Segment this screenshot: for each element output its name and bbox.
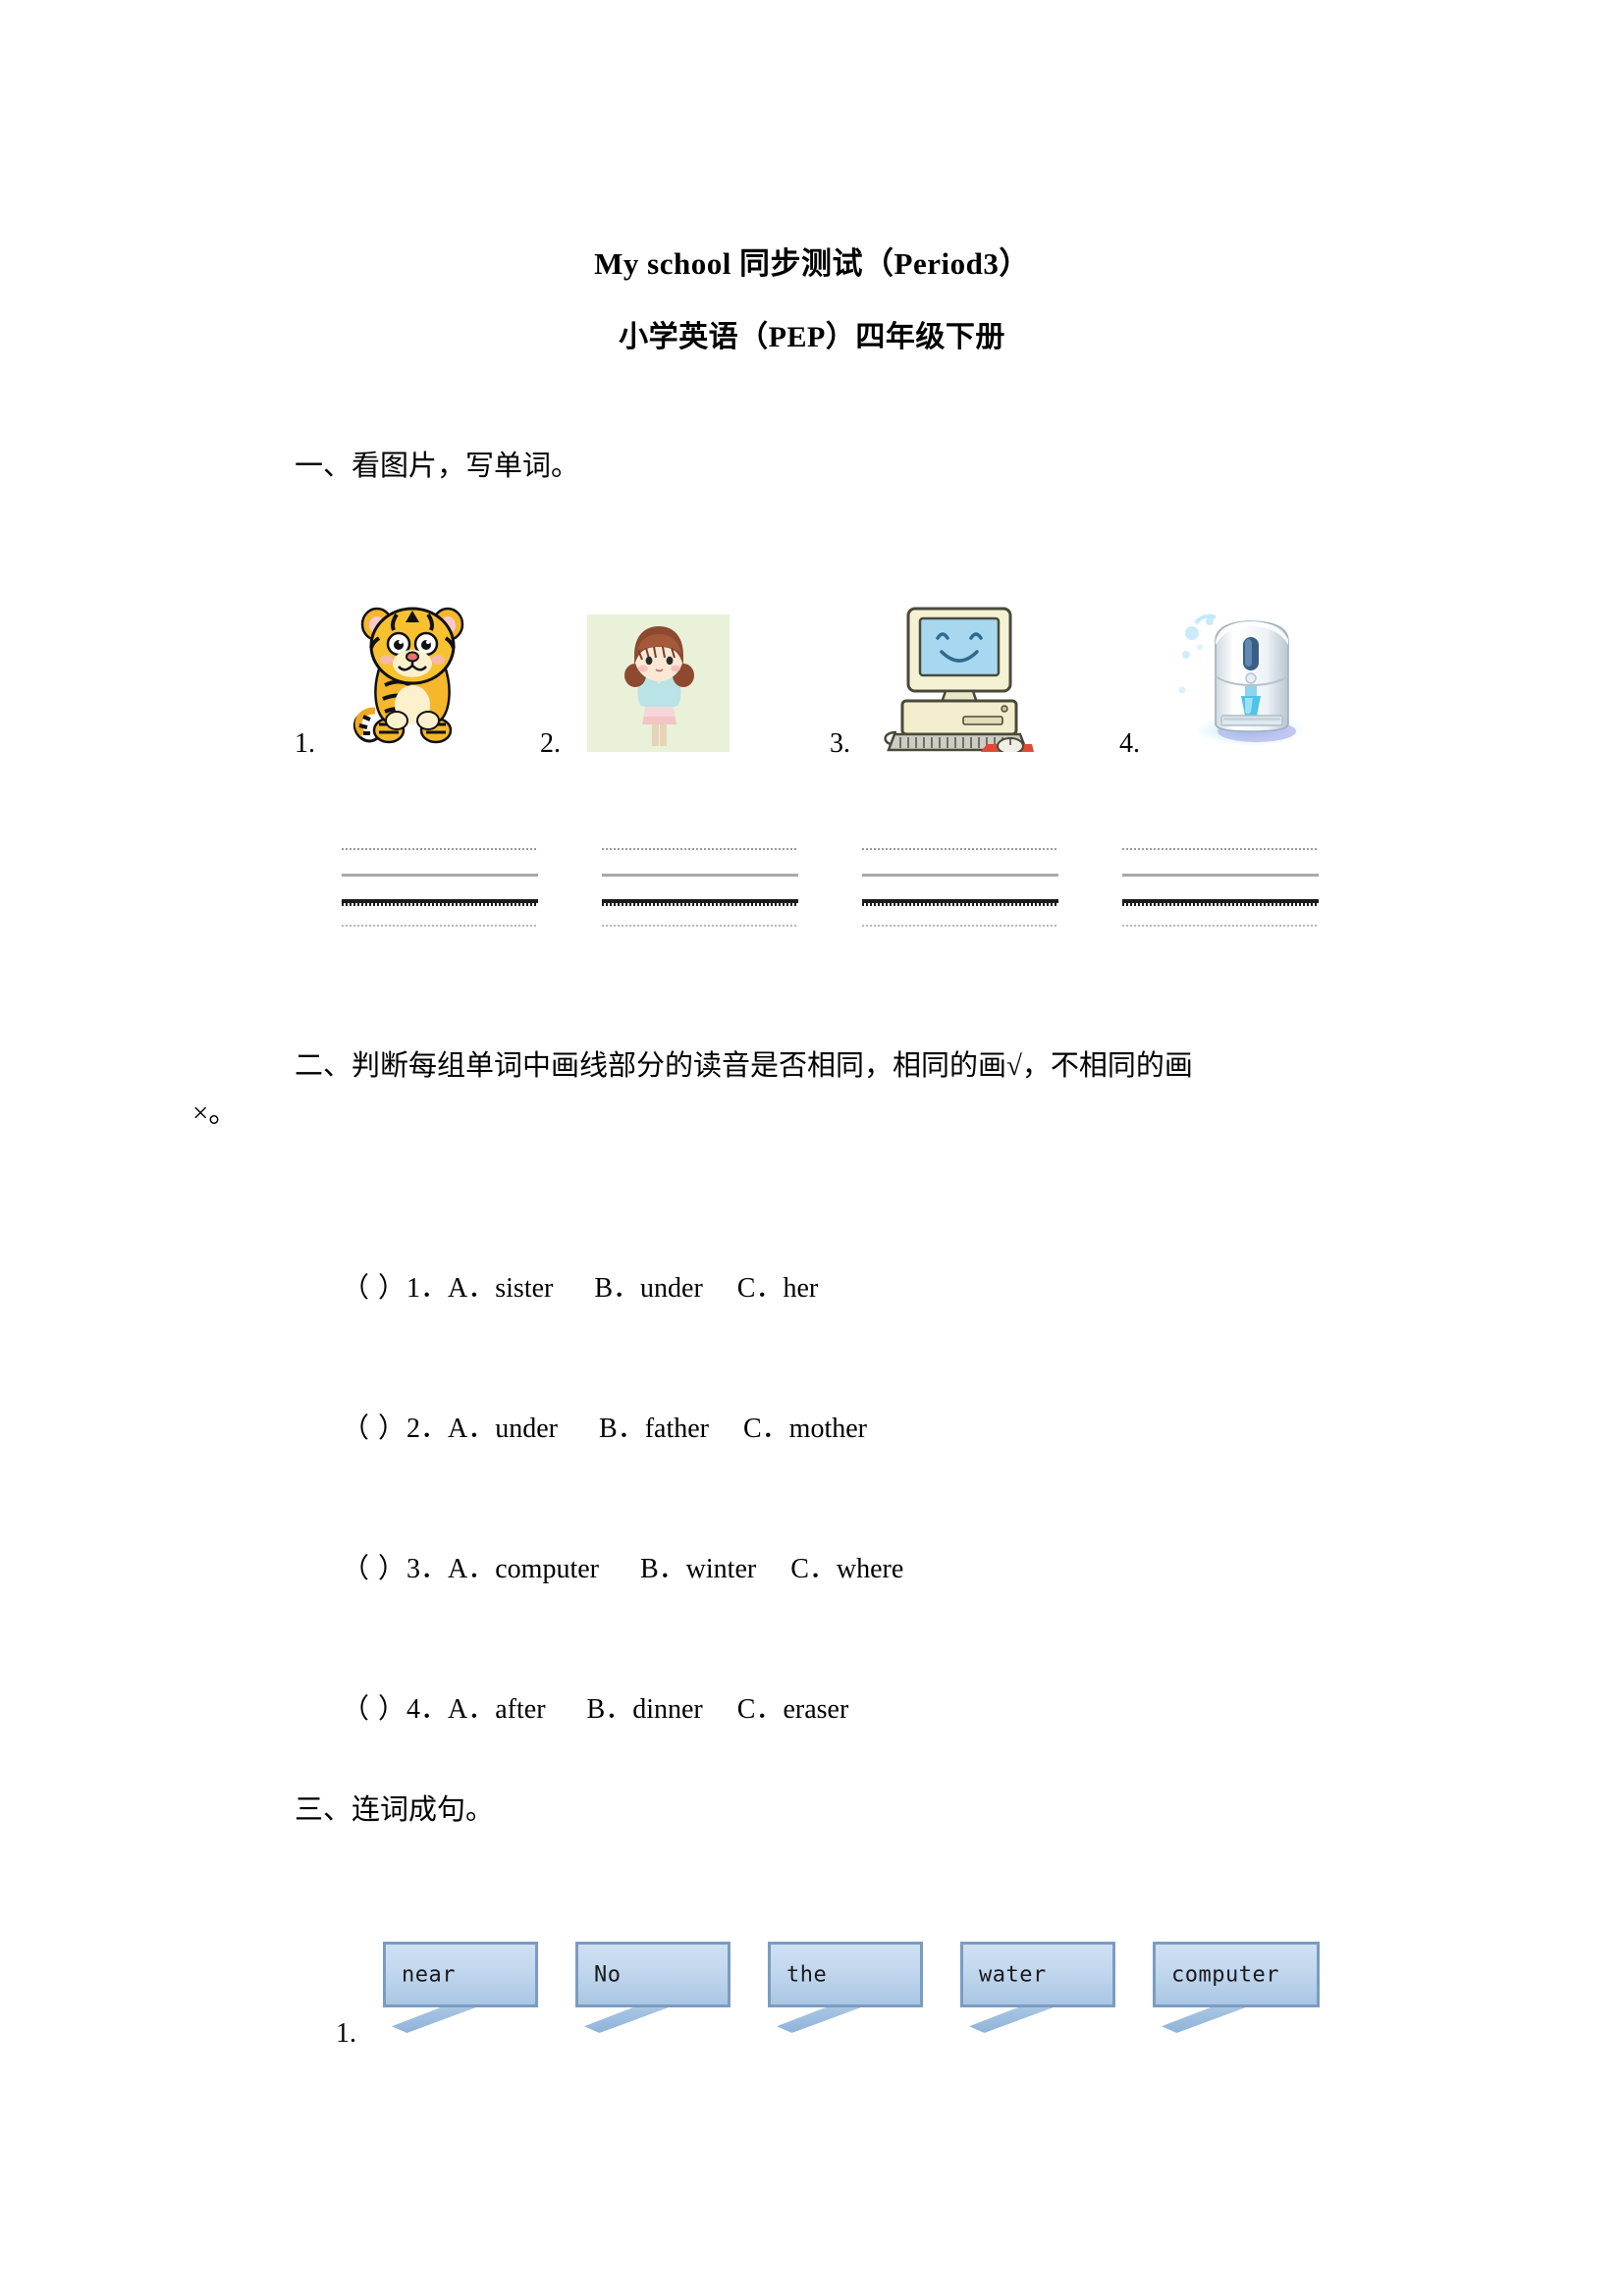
answer-lines-3[interactable] (862, 848, 1058, 931)
word-card-label: near (402, 1962, 456, 1987)
option-c-4[interactable]: C．eraser (737, 1694, 849, 1725)
guide-line-baseline (862, 899, 1058, 906)
word-card-label: computer (1171, 1962, 1279, 1987)
option-c-2[interactable]: C．mother (743, 1414, 867, 1444)
picture-number-4: 4. (1119, 728, 1140, 759)
section-3-heading: 三、连词成句。 (295, 1794, 495, 1826)
picture-item-4: 4. (1119, 575, 1365, 758)
guide-line-bottom (602, 925, 798, 927)
question-number-4: 4． (406, 1694, 449, 1725)
sentence-item-number: 1. (336, 2018, 356, 2049)
girl-illustration (587, 614, 730, 752)
option-b-2[interactable]: B．father (599, 1414, 709, 1444)
guide-line-bottom (862, 925, 1058, 927)
answer-bracket-2[interactable]: （ ） (342, 1414, 406, 1444)
speech-bubble-tail-icon (392, 2007, 476, 2033)
picture-number-3: 3. (830, 728, 850, 759)
choice-question-2: （ ）2．A．under B．father C．mother (314, 1379, 867, 1479)
guide-line-second (342, 874, 538, 877)
guide-line-second (862, 874, 1058, 877)
question-number-1: 1． (406, 1273, 449, 1304)
guide-line-top (602, 848, 798, 850)
writing-lines-row (342, 848, 1363, 936)
speech-bubble-tail-icon (1162, 2007, 1246, 2033)
guide-line-top (862, 848, 1058, 850)
page-title: My school 同步测试（Period3） (594, 246, 1030, 281)
speech-bubble-tail-icon (584, 2007, 669, 2033)
option-a-2[interactable]: A．under (448, 1414, 558, 1444)
guide-line-bottom (1122, 925, 1319, 927)
choice-question-3: （ ）3．A．computer B．winter C．where (314, 1520, 903, 1620)
speech-bubble-tail-icon (777, 2007, 861, 2033)
guide-line-second (602, 874, 798, 877)
option-c-3[interactable]: C．where (790, 1554, 903, 1584)
picture-number-1: 1. (295, 728, 315, 759)
word-card-label: No (594, 1962, 622, 1987)
choice-question-1: （ ）1．A．sister B．under C．her (314, 1239, 818, 1339)
word-card-near[interactable]: near (383, 1942, 538, 2033)
computer-illustration (877, 595, 1034, 755)
question-number-2: 2． (406, 1414, 449, 1444)
option-b-4[interactable]: B．dinner (587, 1694, 703, 1725)
speech-bubble-tail-icon (969, 2007, 1054, 2033)
option-a-4[interactable]: A．after (448, 1694, 546, 1725)
worksheet-page: My school 同步测试（Period3） 小学英语（PEP）四年级下册 一… (0, 0, 1624, 2296)
option-a-1[interactable]: A．sister (448, 1273, 553, 1304)
guide-line-baseline (602, 899, 798, 906)
guide-line-bottom (342, 925, 538, 927)
guide-line-top (342, 848, 538, 850)
word-card-label: the (786, 1962, 828, 1987)
guide-line-baseline (342, 899, 538, 906)
picture-item-3: 3. (830, 575, 1085, 758)
water-dispenser-illustration (1166, 600, 1319, 752)
choice-question-4: （ ）4．A．after B．dinner C．eraser (314, 1660, 848, 1760)
answer-lines-2[interactable] (602, 848, 798, 931)
section-2-heading-line1: 二、判断每组单词中画线部分的读音是否相同，相同的画√，不相同的画 (295, 1050, 1193, 1082)
word-card-label: water (979, 1962, 1047, 1987)
word-card-computer[interactable]: computer (1153, 1942, 1320, 2033)
guide-line-second (1122, 874, 1319, 877)
option-b-1[interactable]: B．under (594, 1273, 702, 1304)
question-number-3: 3． (406, 1554, 449, 1584)
picture-row: 1. 2. 3. 4. (295, 575, 1365, 758)
word-card-water[interactable]: water (960, 1942, 1115, 2033)
word-card-no[interactable]: No (575, 1942, 731, 2033)
option-a-3[interactable]: A．computer (448, 1554, 599, 1584)
page-subtitle: 小学英语（PEP）四年级下册 (619, 321, 1005, 353)
answer-bracket-1[interactable]: （ ） (342, 1273, 406, 1304)
answer-lines-1[interactable] (342, 848, 538, 931)
option-b-3[interactable]: B．winter (640, 1554, 756, 1584)
picture-number-2: 2. (540, 728, 561, 759)
option-c-1[interactable]: C．her (737, 1273, 818, 1304)
guide-line-baseline (1122, 899, 1319, 906)
section-1-heading: 一、看图片，写单词。 (295, 451, 580, 482)
answer-bracket-4[interactable]: （ ） (342, 1694, 406, 1725)
section-2-heading-line2: ×。 (192, 1097, 238, 1129)
guide-line-top (1122, 848, 1319, 850)
answer-bracket-3[interactable]: （ ） (342, 1554, 406, 1584)
picture-item-1: 1. (295, 575, 540, 758)
section-2-heading: 二、判断每组单词中画线部分的读音是否相同，相同的画√，不相同的画 ×。 (192, 1042, 1335, 1137)
tiger-illustration (342, 595, 484, 752)
picture-item-2: 2. (540, 575, 785, 758)
word-card-the[interactable]: the (768, 1942, 923, 2033)
answer-lines-4[interactable] (1122, 848, 1319, 931)
